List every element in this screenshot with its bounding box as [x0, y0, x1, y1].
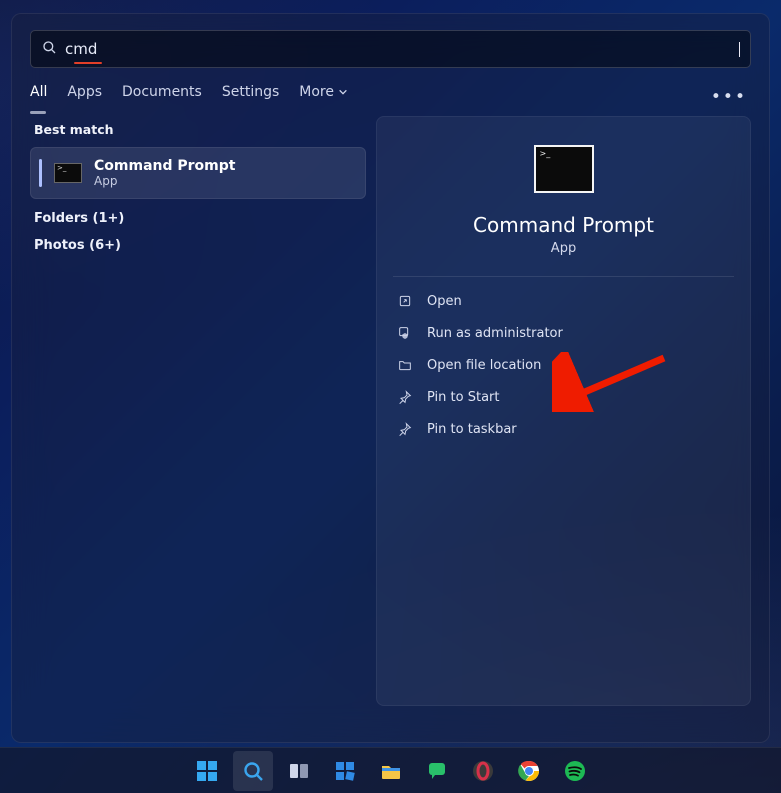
searchbox[interactable]: [30, 30, 751, 68]
more-options-button[interactable]: •••: [711, 87, 751, 107]
action-pin-taskbar[interactable]: Pin to taskbar: [393, 413, 734, 445]
cmd-icon: [54, 163, 82, 183]
start-button[interactable]: [187, 751, 227, 791]
tab-settings[interactable]: Settings: [222, 84, 279, 110]
spell-underline: [74, 62, 102, 64]
file-explorer-button[interactable]: [371, 751, 411, 791]
tab-all[interactable]: All: [30, 84, 47, 110]
tab-more[interactable]: More: [299, 84, 348, 110]
search-icon: [241, 759, 265, 783]
task-view-button[interactable]: [279, 751, 319, 791]
action-label: Open file location: [427, 358, 541, 373]
separator: [393, 276, 734, 277]
action-open[interactable]: Open: [393, 285, 734, 317]
category-photos[interactable]: Photos (6+): [34, 238, 362, 253]
chevron-down-icon: [338, 87, 348, 97]
details-pane: Command Prompt App Open Run as administr…: [376, 116, 751, 706]
result-text: Command Prompt App: [94, 158, 235, 188]
widgets-icon: [333, 759, 357, 783]
filter-tabs: All Apps Documents Settings More •••: [12, 68, 769, 116]
selection-accent: [39, 159, 42, 187]
chat-button[interactable]: [417, 751, 457, 791]
action-label: Open: [427, 294, 462, 309]
admin-icon: [397, 325, 413, 341]
section-best-match: Best match: [34, 122, 362, 137]
spotify-button[interactable]: [555, 751, 595, 791]
search-button[interactable]: [233, 751, 273, 791]
detail-subtitle: App: [393, 241, 734, 256]
chat-icon: [425, 759, 449, 783]
pin-taskbar-icon: [397, 421, 413, 437]
search-icon: [41, 39, 57, 59]
folder-icon: [397, 357, 413, 373]
windows-icon: [195, 759, 219, 783]
action-label: Run as administrator: [427, 326, 563, 341]
tab-label: More: [299, 84, 334, 100]
category-folders[interactable]: Folders (1+): [34, 211, 362, 226]
taskbar: [0, 747, 781, 793]
tab-label: Settings: [222, 84, 279, 100]
folder-taskbar-icon: [379, 759, 403, 783]
action-open-location[interactable]: Open file location: [393, 349, 734, 381]
tab-label: Documents: [122, 84, 202, 100]
chrome-button[interactable]: [509, 751, 549, 791]
action-pin-start[interactable]: Pin to Start: [393, 381, 734, 413]
results-body: Best match Command Prompt App Folders (1…: [12, 116, 769, 724]
pin-start-icon: [397, 389, 413, 405]
tab-documents[interactable]: Documents: [122, 84, 202, 110]
search-input[interactable]: [57, 40, 739, 58]
action-run-admin[interactable]: Run as administrator: [393, 317, 734, 349]
tab-label: Apps: [67, 84, 102, 100]
text-caret: [739, 42, 740, 57]
detail-title: Command Prompt: [393, 213, 734, 237]
cmd-large-icon: [534, 145, 594, 193]
start-search-panel: All Apps Documents Settings More ••• Bes…: [11, 13, 770, 743]
search-row: [12, 14, 769, 68]
tab-label: All: [30, 84, 47, 100]
open-icon: [397, 293, 413, 309]
opera-icon: [471, 759, 495, 783]
results-left: Best match Command Prompt App Folders (1…: [30, 116, 366, 706]
taskview-icon: [287, 759, 311, 783]
result-subtitle: App: [94, 174, 235, 188]
detail-icon-wrap: [393, 145, 734, 193]
action-label: Pin to Start: [427, 390, 499, 405]
widgets-button[interactable]: [325, 751, 365, 791]
tab-apps[interactable]: Apps: [67, 84, 102, 110]
result-title: Command Prompt: [94, 158, 235, 174]
chrome-icon: [517, 759, 541, 783]
spotify-icon: [563, 759, 587, 783]
app-opera-button[interactable]: [463, 751, 503, 791]
action-label: Pin to taskbar: [427, 422, 517, 437]
result-command-prompt[interactable]: Command Prompt App: [30, 147, 366, 199]
